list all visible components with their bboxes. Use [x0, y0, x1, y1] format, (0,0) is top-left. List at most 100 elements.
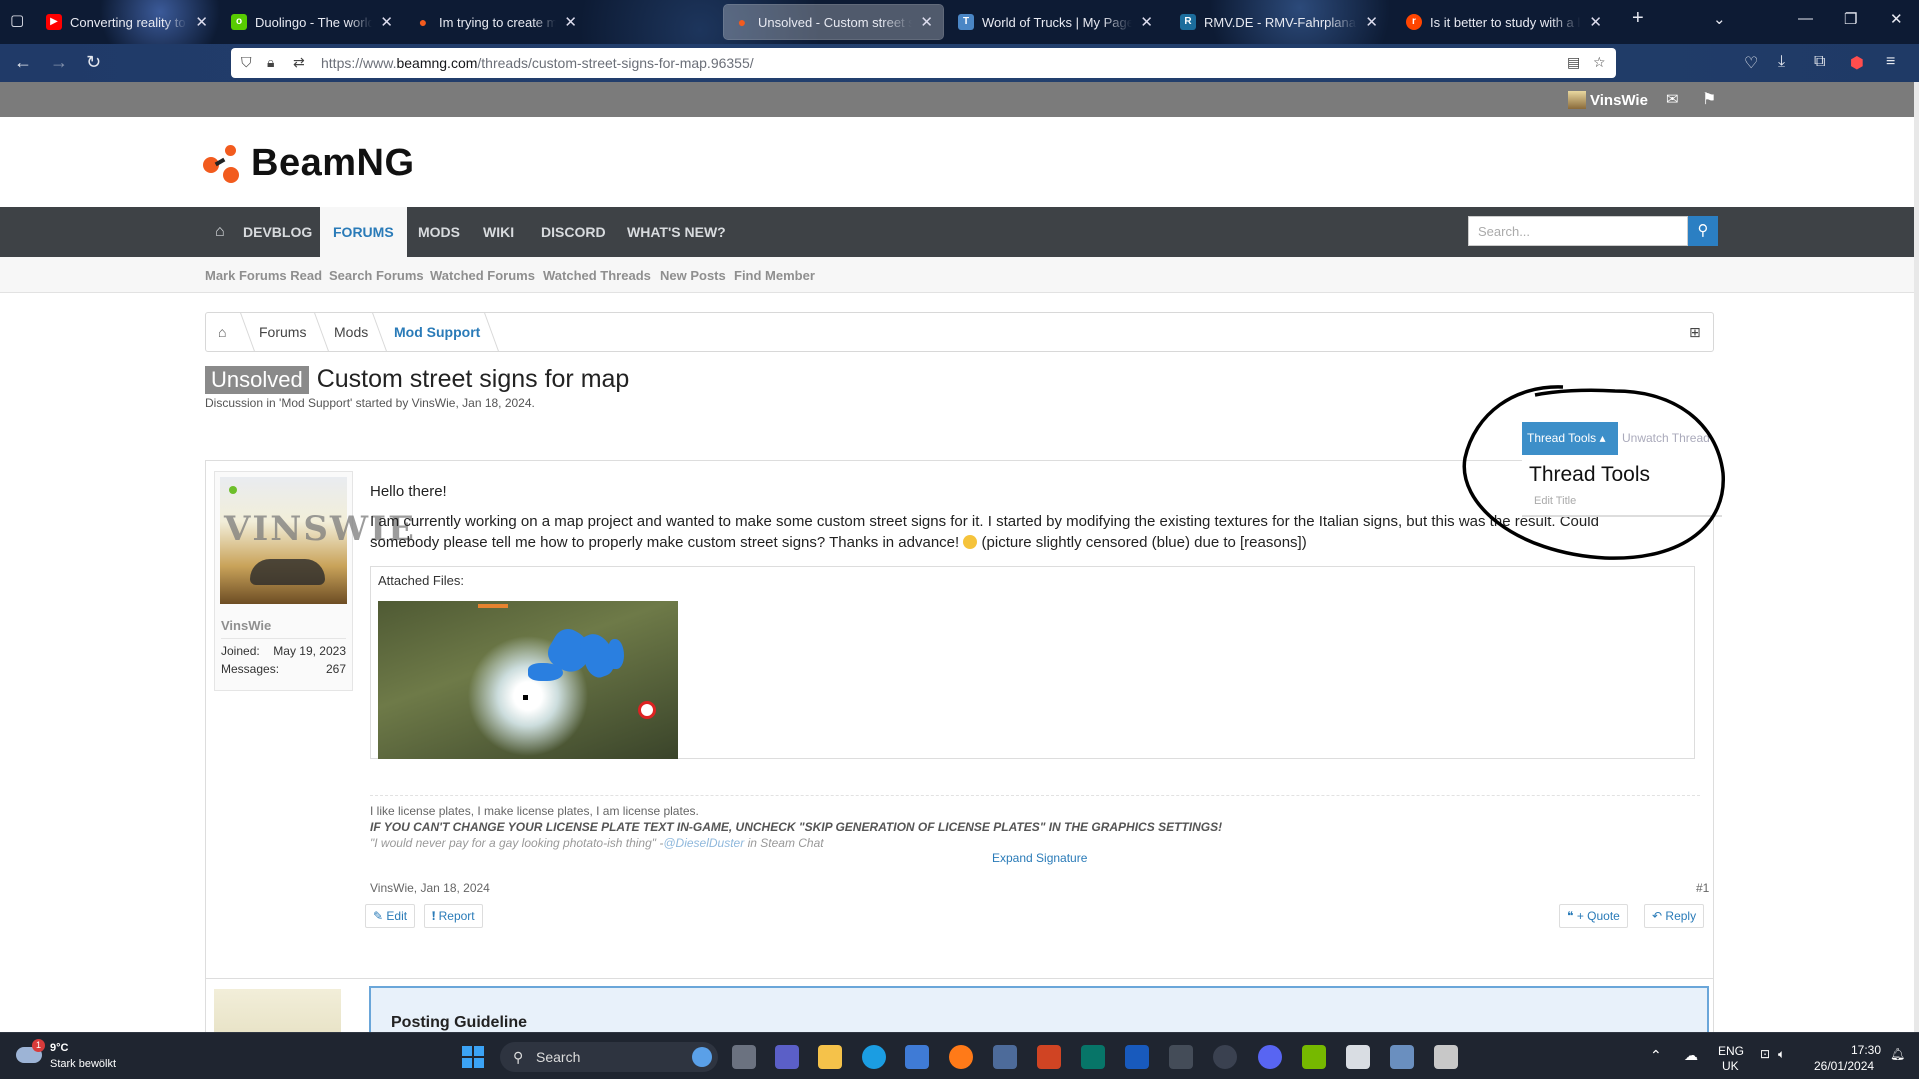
- windows-start-icon[interactable]: [462, 1046, 484, 1068]
- report-button[interactable]: ❗︎ Report: [424, 904, 483, 928]
- nav-discord[interactable]: DISCORD: [528, 207, 619, 257]
- subnav-search-forums[interactable]: Search Forums: [329, 268, 424, 283]
- tab-youtube[interactable]: ▶ Converting reality to racing gam ✕: [36, 5, 218, 39]
- breadcrumb-mod-support[interactable]: Mod Support: [394, 324, 480, 340]
- ublock-icon[interactable]: ⬢: [1850, 53, 1864, 73]
- notification-bell-icon[interactable]: 🔔︎: [1890, 1047, 1905, 1061]
- post-meta[interactable]: VinsWie, Jan 18, 2024: [370, 881, 490, 895]
- avatar[interactable]: [214, 989, 341, 1032]
- restore-icon[interactable]: ❐: [1844, 10, 1857, 28]
- shield-icon[interactable]: ⛉: [241, 54, 252, 71]
- steam-icon[interactable]: [1213, 1045, 1237, 1069]
- search-icon[interactable]: ⚲: [1688, 216, 1718, 246]
- tab-custom-street-signs[interactable]: ● Unsolved - Custom street signs ✕: [723, 4, 944, 40]
- file-explorer-icon[interactable]: [818, 1045, 842, 1069]
- edit-button[interactable]: ✎ Edit: [365, 904, 416, 928]
- site-logo[interactable]: BeamNG: [203, 142, 415, 185]
- taskbar-search[interactable]: ⚲ Search: [500, 1042, 718, 1072]
- edge-icon[interactable]: [862, 1045, 886, 1069]
- close-window-icon[interactable]: ✕: [1890, 10, 1903, 28]
- reply-button[interactable]: ↶ Reply: [1644, 904, 1705, 928]
- permissions-icon[interactable]: ⇄: [293, 54, 305, 71]
- notepad-icon[interactable]: [1346, 1045, 1370, 1069]
- back-icon[interactable]: ←: [14, 52, 32, 72]
- close-tab-icon[interactable]: ✕: [1589, 13, 1602, 31]
- expand-signature-link[interactable]: Expand Signature: [992, 851, 1087, 865]
- store-icon[interactable]: [905, 1045, 929, 1069]
- new-tab-icon[interactable]: +: [1632, 7, 1644, 30]
- account-username[interactable]: VinsWie: [1590, 92, 1648, 109]
- truck-game-icon[interactable]: [1169, 1045, 1193, 1069]
- alerts-flag-icon[interactable]: ⚑: [1702, 89, 1716, 109]
- firefox-icon[interactable]: [949, 1045, 973, 1069]
- avatar[interactable]: VINSWIE: [220, 477, 414, 604]
- downloads-icon[interactable]: ⤓: [1778, 53, 1785, 71]
- signature-line: I like license plates, I make license pl…: [370, 804, 699, 818]
- tab-rmv[interactable]: R RMV.DE - RMV-Fahrplanauskunft ✕: [1170, 5, 1388, 39]
- reader-view-icon[interactable]: ▤: [1567, 54, 1580, 71]
- pocket-icon[interactable]: ♡: [1744, 53, 1758, 73]
- lock-icon[interactable]: 🔒︎: [267, 54, 274, 71]
- nav-mods[interactable]: MODS: [405, 207, 473, 257]
- subnav-mark-read[interactable]: Mark Forums Read: [205, 268, 322, 283]
- tab-beamng-first-mod[interactable]: ● Im trying to create my first mod ✕: [405, 5, 587, 39]
- volume-icon[interactable]: 🔈︎: [1778, 1047, 1785, 1062]
- subnav-new-posts[interactable]: New Posts: [660, 268, 726, 283]
- nav-whats-new[interactable]: WHAT'S NEW?: [614, 207, 739, 257]
- calculator-icon[interactable]: [993, 1045, 1017, 1069]
- breadcrumb-forums[interactable]: Forums: [259, 324, 306, 340]
- attachment-thumbnail[interactable]: [378, 601, 678, 759]
- subnav-watched-forums[interactable]: Watched Forums: [430, 268, 535, 283]
- menu-icon[interactable]: ≡: [1886, 53, 1895, 71]
- sitemap-icon[interactable]: ⊞: [1689, 324, 1701, 341]
- network-icon[interactable]: ⊡: [1760, 1047, 1770, 1061]
- breadcrumb-home-icon[interactable]: ⌂: [218, 324, 226, 340]
- close-tab-icon[interactable]: ✕: [195, 13, 208, 31]
- quote-button[interactable]: ❝ + Quote: [1559, 904, 1628, 928]
- post-author-name[interactable]: VinsWie: [221, 618, 271, 633]
- photos-icon[interactable]: [1390, 1045, 1414, 1069]
- page-scrollbar[interactable]: [1914, 82, 1919, 1032]
- close-tab-icon[interactable]: ✕: [1365, 13, 1378, 31]
- forward-icon[interactable]: →: [50, 52, 68, 72]
- close-tab-icon[interactable]: ✕: [564, 13, 577, 31]
- user-avatar[interactable]: [1568, 91, 1586, 109]
- teams-icon[interactable]: [775, 1045, 799, 1069]
- powerpoint-icon[interactable]: [1037, 1045, 1061, 1069]
- language-indicator[interactable]: ENG: [1718, 1044, 1744, 1058]
- search-input[interactable]: Search...: [1468, 216, 1688, 246]
- nav-devblog[interactable]: DEVBLOG: [230, 207, 325, 257]
- mention-link[interactable]: @DieselDuster: [663, 836, 744, 850]
- word-icon[interactable]: [1125, 1045, 1149, 1069]
- clock-date[interactable]: 26/01/2024: [1814, 1059, 1874, 1073]
- task-view-icon[interactable]: [732, 1045, 756, 1069]
- nvidia-icon[interactable]: [1302, 1045, 1326, 1069]
- nav-forums[interactable]: FORUMS: [320, 207, 407, 257]
- url-bar[interactable]: ⛉ 🔒︎ ⇄ https://www.beamng.com/threads/cu…: [231, 48, 1616, 78]
- snipping-tool-icon[interactable]: [1434, 1045, 1458, 1069]
- discord-icon[interactable]: [1258, 1045, 1282, 1069]
- tab-reddit[interactable]: r Is it better to study with a limit ✕: [1396, 5, 1612, 39]
- close-tab-icon[interactable]: ✕: [380, 13, 393, 31]
- minimize-icon[interactable]: —: [1798, 10, 1813, 27]
- onedrive-icon[interactable]: ☁: [1684, 1047, 1698, 1064]
- chevron-up-icon[interactable]: ⌃: [1650, 1047, 1662, 1064]
- list-tabs-icon[interactable]: ⌄: [1713, 10, 1726, 28]
- tab-duolingo[interactable]: o Duolingo - The world's best way ✕: [221, 5, 403, 39]
- post-number[interactable]: #1: [1696, 881, 1709, 895]
- messages-row: Messages: 267: [221, 662, 346, 676]
- close-tab-icon[interactable]: ✕: [920, 13, 933, 31]
- tab-overview-icon[interactable]: ▢: [10, 11, 24, 29]
- tab-world-of-trucks[interactable]: T World of Trucks | My Page ✕: [948, 5, 1163, 39]
- reload-icon[interactable]: ↻: [86, 52, 101, 72]
- publisher-icon[interactable]: [1081, 1045, 1105, 1069]
- subnav-find-member[interactable]: Find Member: [734, 268, 815, 283]
- clock-time[interactable]: 17:30: [1851, 1043, 1881, 1057]
- bookmark-star-icon[interactable]: ☆: [1593, 54, 1606, 71]
- attached-files-label: Attached Files:: [378, 573, 464, 588]
- subnav-watched-threads[interactable]: Watched Threads: [543, 268, 651, 283]
- close-tab-icon[interactable]: ✕: [1140, 13, 1153, 31]
- inbox-icon[interactable]: ✉: [1666, 90, 1679, 108]
- extensions-icon[interactable]: ⧉: [1814, 53, 1825, 71]
- nav-wiki[interactable]: WIKI: [470, 207, 527, 257]
